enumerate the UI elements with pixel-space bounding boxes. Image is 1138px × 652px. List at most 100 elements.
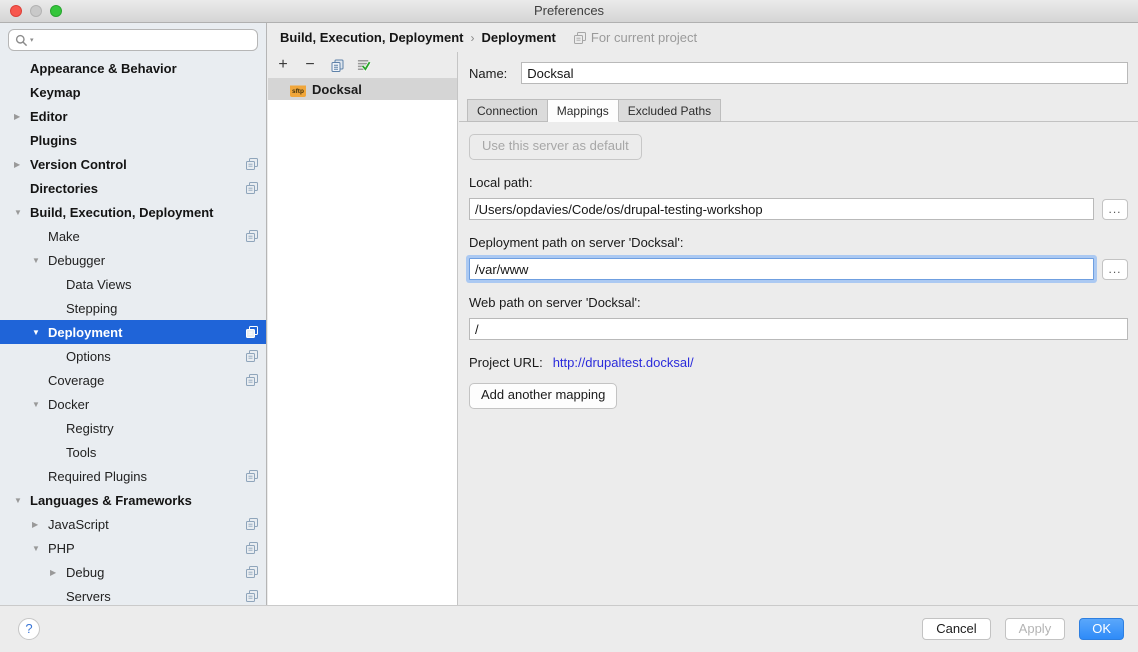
sidebar-item-make[interactable]: Make <box>0 224 266 248</box>
scope-indicator: For current project <box>574 30 697 45</box>
cancel-button[interactable]: Cancel <box>922 618 990 640</box>
sidebar-item-php[interactable]: ▼PHP <box>0 536 266 560</box>
copy-server-icon[interactable] <box>330 59 344 72</box>
project-url-label: Project URL: <box>469 355 543 370</box>
chevron-right-icon[interactable]: ▶ <box>50 568 66 577</box>
sidebar-item-label: Deployment <box>48 325 122 340</box>
chevron-down-icon[interactable]: ▼ <box>14 208 30 217</box>
remove-server-icon[interactable]: − <box>303 58 317 72</box>
sidebar-item-debugger[interactable]: ▼Debugger <box>0 248 266 272</box>
name-label: Name: <box>469 66 507 81</box>
window-title: Preferences <box>534 3 604 18</box>
sidebar-item-javascript[interactable]: ▶JavaScript <box>0 512 266 536</box>
copy-icon <box>246 590 258 602</box>
copy-icon <box>246 566 258 578</box>
chevron-down-icon[interactable]: ▼ <box>32 400 48 409</box>
deployment-path-input[interactable] <box>469 258 1094 280</box>
close-window-icon[interactable] <box>10 5 22 17</box>
sidebar-item-appearance-behavior[interactable]: Appearance & Behavior <box>0 56 266 80</box>
sidebar-item-label: Stepping <box>66 301 117 316</box>
copy-icon <box>246 470 258 482</box>
dialog-footer: ? Cancel Apply OK <box>0 605 1138 652</box>
server-list-item-docksal[interactable]: sftp Docksal <box>268 78 457 100</box>
copy-icon <box>574 32 586 44</box>
breadcrumb-section[interactable]: Build, Execution, Deployment <box>280 30 463 45</box>
sidebar-item-label: Options <box>66 349 111 364</box>
sidebar-item-editor[interactable]: ▶Editor <box>0 104 266 128</box>
sidebar-item-label: PHP <box>48 541 75 556</box>
deployment-path-browse-button[interactable]: ... <box>1102 259 1128 280</box>
sidebar-item-label: Tools <box>66 445 96 460</box>
deployment-path-label: Deployment path on server 'Docksal': <box>469 235 1128 250</box>
sidebar-item-plugins[interactable]: Plugins <box>0 128 266 152</box>
sidebar-item-options[interactable]: Options <box>0 344 266 368</box>
web-path-input[interactable] <box>469 318 1128 340</box>
sidebar-item-registry[interactable]: Registry <box>0 416 266 440</box>
chevron-down-icon[interactable]: ▼ <box>14 496 30 505</box>
sidebar-item-stepping[interactable]: Stepping <box>0 296 266 320</box>
local-path-browse-button[interactable]: ... <box>1102 199 1128 220</box>
breadcrumb-separator-icon: › <box>470 31 474 45</box>
sidebar-item-label: Build, Execution, Deployment <box>30 205 213 220</box>
chevron-right-icon[interactable]: ▶ <box>32 520 48 529</box>
sidebar-item-coverage[interactable]: Coverage <box>0 368 266 392</box>
sidebar-item-label: Required Plugins <box>48 469 147 484</box>
search-filter-caret-icon[interactable]: ▾ <box>30 36 34 44</box>
sidebar-item-keymap[interactable]: Keymap <box>0 80 266 104</box>
tab-connection[interactable]: Connection <box>467 99 548 122</box>
sidebar-item-data-views[interactable]: Data Views <box>0 272 266 296</box>
sidebar-item-tools[interactable]: Tools <box>0 440 266 464</box>
copy-icon <box>246 518 258 530</box>
sidebar-item-debug[interactable]: ▶Debug <box>0 560 266 584</box>
copy-icon <box>246 542 258 554</box>
local-path-input[interactable] <box>469 198 1094 220</box>
add-server-icon[interactable]: + <box>276 58 290 72</box>
tab-excluded-paths[interactable]: Excluded Paths <box>619 99 721 122</box>
set-default-server-icon[interactable] <box>357 58 371 72</box>
chevron-down-icon[interactable]: ▼ <box>32 544 48 553</box>
sidebar-item-directories[interactable]: Directories <box>0 176 266 200</box>
server-toolbar: + − <box>268 52 457 78</box>
zoom-window-icon[interactable] <box>50 5 62 17</box>
title-bar[interactable]: Preferences <box>0 0 1138 23</box>
help-button[interactable]: ? <box>18 618 40 640</box>
sidebar-item-servers[interactable]: Servers <box>0 584 266 605</box>
sidebar-item-label: Make <box>48 229 80 244</box>
sidebar-item-label: Docker <box>48 397 89 412</box>
settings-tree: Appearance & BehaviorKeymap▶Editor Plugin… <box>0 56 266 605</box>
apply-button[interactable]: Apply <box>1005 618 1066 640</box>
settings-search[interactable]: ▾ <box>8 29 258 51</box>
server-name-label: Docksal <box>312 82 362 97</box>
sidebar-item-version-control[interactable]: ▶Version Control <box>0 152 266 176</box>
chevron-right-icon[interactable]: ▶ <box>14 160 30 169</box>
sidebar-item-label: Registry <box>66 421 114 436</box>
sidebar-item-label: Languages & Frameworks <box>30 493 192 508</box>
tab-bar: Connection Mappings Excluded Paths <box>459 97 1138 122</box>
sidebar-item-docker[interactable]: ▼Docker <box>0 392 266 416</box>
preferences-window: Preferences ▾ Appearance & BehaviorKeyma… <box>0 0 1138 652</box>
use-server-default-button[interactable]: Use this server as default <box>469 134 642 160</box>
deployment-form: Name: Connection Mappings Excluded Paths… <box>459 52 1138 605</box>
chevron-right-icon[interactable]: ▶ <box>14 112 30 121</box>
local-path-label: Local path: <box>469 175 1128 190</box>
add-another-mapping-button[interactable]: Add another mapping <box>469 383 617 409</box>
sidebar-item-languages-frameworks[interactable]: ▼Languages & Frameworks <box>0 488 266 512</box>
copy-icon <box>246 374 258 386</box>
search-input[interactable] <box>36 32 251 49</box>
chevron-down-icon[interactable]: ▼ <box>32 328 48 337</box>
sidebar-item-build-execution-deployment[interactable]: ▼Build, Execution, Deployment <box>0 200 266 224</box>
project-url-link[interactable]: http://drupaltest.docksal/ <box>553 355 694 370</box>
sidebar-item-label: Plugins <box>30 133 77 148</box>
name-input[interactable] <box>521 62 1128 84</box>
scope-label: For current project <box>591 30 697 45</box>
chevron-down-icon[interactable]: ▼ <box>32 256 48 265</box>
minimize-window-icon[interactable] <box>30 5 42 17</box>
sidebar-item-required-plugins[interactable]: Required Plugins <box>0 464 266 488</box>
tab-mappings[interactable]: Mappings <box>548 99 619 122</box>
sidebar-item-label: JavaScript <box>48 517 109 532</box>
breadcrumb: Build, Execution, Deployment › Deploymen… <box>268 23 1138 52</box>
sidebar-item-deployment[interactable]: ▼Deployment <box>0 320 266 344</box>
copy-icon <box>246 182 258 194</box>
ok-button[interactable]: OK <box>1079 618 1124 640</box>
search-icon <box>15 34 28 47</box>
